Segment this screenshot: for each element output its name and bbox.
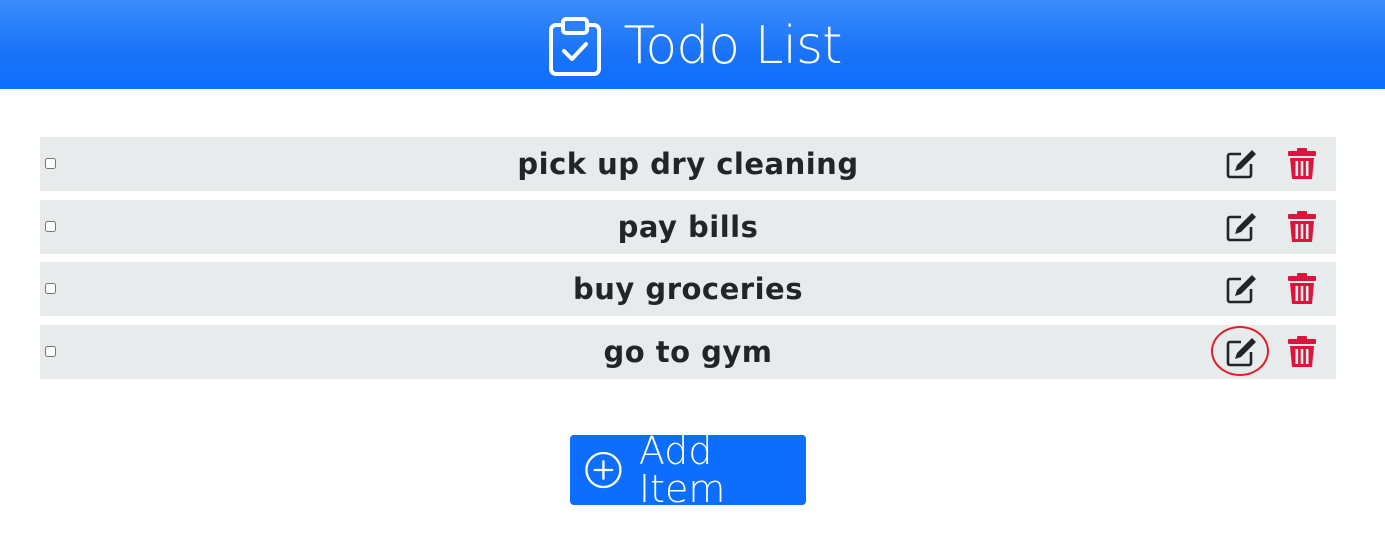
trash-icon[interactable] <box>1288 273 1316 305</box>
todo-label: pick up dry cleaning <box>517 147 859 181</box>
todo-item: buy groceries <box>40 262 1336 316</box>
add-item-label: Add Item <box>638 429 726 511</box>
trash-icon[interactable] <box>1288 210 1316 243</box>
todo-label: go to gym <box>603 334 773 369</box>
pencil-square-icon[interactable] <box>1225 211 1257 243</box>
header-content: Todo List <box>548 13 843 77</box>
add-item-button[interactable]: Add Item <box>570 429 806 511</box>
pencil-square-icon[interactable] <box>1225 273 1257 305</box>
plus-circle-icon <box>585 451 622 489</box>
page-title: Todo List <box>623 15 843 76</box>
todo-item: pick up dry cleaning <box>40 137 1336 191</box>
pencil-square-icon[interactable] <box>1225 336 1257 368</box>
trash-icon[interactable] <box>1288 335 1316 368</box>
app-header: Todo List <box>0 0 1385 89</box>
clipboard-check-icon <box>548 16 601 76</box>
todo-list: pick up dry cleaning pay bills buy groce… <box>40 137 1336 387</box>
todo-label: pay bills <box>617 209 759 244</box>
todo-label: buy groceries <box>573 272 803 306</box>
trash-icon[interactable] <box>1288 148 1316 180</box>
todo-item: go to gym <box>40 324 1336 379</box>
pencil-square-icon[interactable] <box>1225 148 1257 180</box>
todo-item: pay bills <box>40 199 1336 254</box>
